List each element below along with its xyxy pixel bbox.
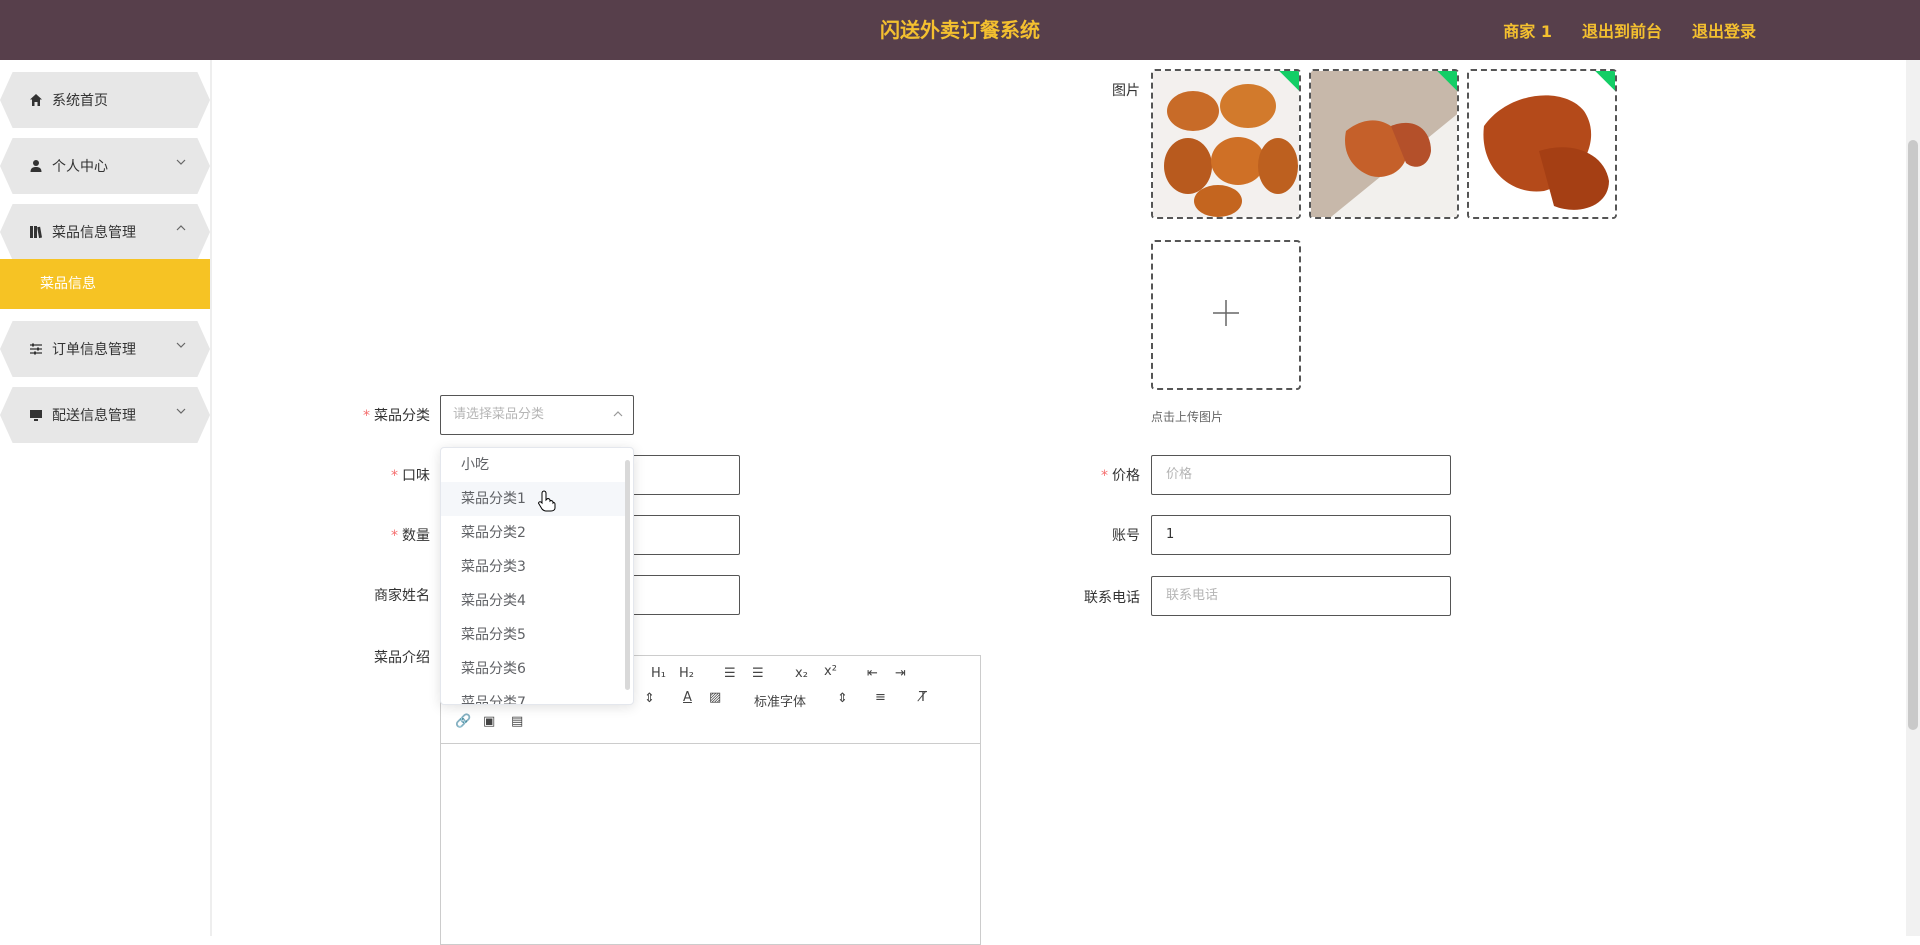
hand-cursor-icon [538,490,556,516]
dropdown-option[interactable]: 菜品分类7 [441,686,627,704]
chevron-up-icon [613,396,623,434]
sidebar-item-home[interactable]: 系统首页 [0,72,210,128]
top-header: 闪送外卖订餐系统 商家 1 退出到前台 退出登录 [0,0,1920,60]
home-icon [28,92,44,108]
dish-image-3[interactable] [1467,69,1617,219]
font-select[interactable]: 标准字体 [754,691,806,710]
subscript-icon[interactable]: x₂ [795,666,808,681]
dropdown-option[interactable]: 菜品分类4 [441,584,627,618]
book-icon [28,224,44,240]
superscript-icon[interactable]: x² [824,664,837,679]
link-icon[interactable]: 🔗 [455,714,471,729]
chevron-down-icon [176,339,188,351]
sidebar-item-order-management[interactable]: 订单信息管理 [0,321,210,377]
category-select[interactable]: 请选择菜品分类 [440,395,634,435]
dish-image-2[interactable] [1309,69,1459,219]
merchant-link[interactable]: 商家 1 [1503,18,1552,42]
dropdown-option[interactable]: 菜品分类1 [441,482,627,516]
sidebar-subitem-dish-info[interactable]: 菜品信息 [0,259,210,309]
chicken-wing-image [1311,71,1457,217]
ordered-list-icon[interactable]: ☰ [724,666,736,681]
category-label: * 菜品分类 [363,408,430,424]
outdent-icon[interactable]: ⇤ [867,666,878,681]
category-dropdown: 小吃 菜品分类1 菜品分类2 菜品分类3 菜品分类4 菜品分类5 菜品分类6 菜… [440,447,634,705]
chicken-wings-image [1153,71,1299,217]
sidebar-item-label: 配送信息管理 [52,408,136,424]
phone-input[interactable]: 联系电话 [1151,576,1451,616]
image-icon[interactable]: ▣ [483,714,495,729]
dropdown-option[interactable]: 小吃 [441,448,627,482]
page-scrollbar[interactable] [1908,140,1918,730]
size-select-arrow-icon[interactable]: ⇕ [644,691,655,706]
sidebar-item-delivery-management[interactable]: 配送信息管理 [0,387,210,443]
account-input[interactable]: 1 [1151,515,1451,555]
sidebar-item-label: 订单信息管理 [52,342,136,358]
upload-hint: 点击上传图片 [1151,410,1224,424]
chicken-wing-image [1469,71,1615,217]
chevron-up-icon [176,222,188,234]
exit-to-front-link[interactable]: 退出到前台 [1582,18,1662,42]
merchant-name-label: 商家姓名 [374,588,430,604]
font-color-icon[interactable]: A [683,690,692,705]
image-label: 图片 [1112,83,1140,99]
phone-label: 联系电话 [1084,590,1140,606]
chevron-down-icon [176,405,188,417]
heading2-icon[interactable]: H₂ [679,666,694,681]
quantity-label: * 数量 [391,528,430,544]
price-input[interactable]: 价格 [1151,455,1451,495]
dropdown-scrollbar[interactable] [625,460,630,690]
sidebar-item-dish-management[interactable]: 菜品信息管理 [0,204,210,260]
category-placeholder: 请选择菜品分类 [453,407,545,422]
dropdown-option[interactable]: 菜品分类2 [441,516,627,550]
intro-label: 菜品介绍 [374,650,430,666]
monitor-icon [28,407,44,423]
account-label: 账号 [1112,528,1140,544]
dropdown-option[interactable]: 菜品分类5 [441,618,627,652]
sidebar-item-label: 个人中心 [52,159,108,175]
sidebar-item-label: 菜品信息管理 [52,225,136,241]
logout-link[interactable]: 退出登录 [1692,18,1756,42]
sliders-icon [28,341,44,357]
user-icon [28,158,44,174]
upload-image-button[interactable] [1151,240,1301,390]
chevron-down-icon [176,156,188,168]
sidebar-item-personal[interactable]: 个人中心 [0,138,210,194]
font-select-arrow-icon[interactable]: ⇕ [837,691,848,706]
clear-format-icon[interactable]: T̸ [919,690,927,705]
indent-icon[interactable]: ⇥ [895,666,906,681]
background-color-icon[interactable]: ▨ [709,690,721,705]
bullet-list-icon[interactable]: ☰ [752,666,764,681]
sidebar: 系统首页 个人中心 菜品信息管理 菜品信息 订单信息管理 配送信息管理 [0,60,212,936]
video-icon[interactable]: ▤ [511,714,523,729]
dish-image-1[interactable] [1151,69,1301,219]
taste-label: * 口味 [391,468,430,484]
dropdown-option[interactable]: 菜品分类3 [441,550,627,584]
plus-icon [1212,299,1240,331]
dropdown-option[interactable]: 菜品分类6 [441,652,627,686]
price-label: * 价格 [1101,468,1140,484]
align-icon[interactable]: ≡ [875,690,886,705]
heading1-icon[interactable]: H₁ [651,666,666,681]
sidebar-item-label: 系统首页 [52,93,108,109]
header-nav: 商家 1 退出到前台 退出登录 [1503,0,1756,60]
